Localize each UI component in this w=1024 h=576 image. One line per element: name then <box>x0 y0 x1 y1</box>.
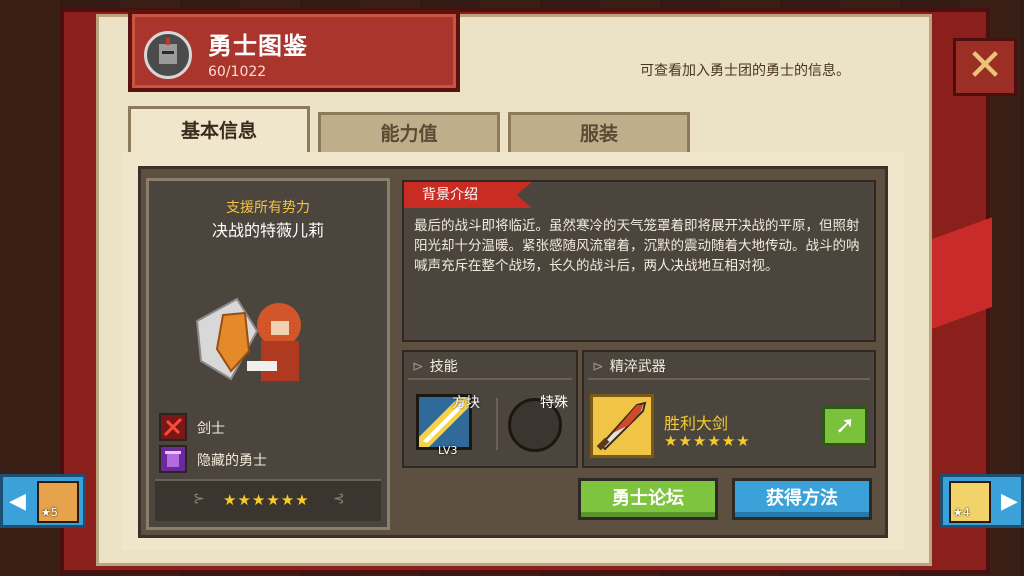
weapon-stars: ★★★★★★ <box>664 432 751 450</box>
prev-hero-button[interactable]: ◀ ★5 <box>0 474 86 528</box>
hero-name: 决战的特薇儿莉 <box>211 221 324 240</box>
hero-sprite <box>195 297 301 381</box>
next-hero-avatar: ★4 <box>949 481 991 523</box>
scroll-icon <box>159 445 187 473</box>
knight-helmet-icon <box>144 31 192 79</box>
collection-count: 60/1022 <box>208 64 267 80</box>
tab-stats[interactable]: 能力值 <box>318 112 500 154</box>
greatsword-icon[interactable] <box>590 394 654 458</box>
hero-faction: 支援所有势力 <box>226 200 310 216</box>
weapon-title: ⊳ 精淬武器 <box>592 359 666 375</box>
weapon-panel: ⊳ 精淬武器 胜利大剑 ★★★★★★ ➚ <box>582 350 876 468</box>
page-title: 勇士图鉴 <box>208 32 308 60</box>
hero-tag-label: 隐藏的勇士 <box>197 453 267 469</box>
title-plaque: 勇士图鉴 60/1022 <box>128 10 460 92</box>
ornament-left-icon: ⊱ <box>193 491 205 507</box>
sword-class-icon <box>159 413 187 441</box>
hero-stars: ★★★★★★ <box>223 491 310 509</box>
arrow-up-right-icon: ➚ <box>834 411 856 439</box>
skill2-name: 特殊 <box>540 395 568 411</box>
tab-basic-info[interactable]: 基本信息 <box>128 106 310 156</box>
close-icon: ✕ <box>966 40 1004 91</box>
arrow-right-icon: ⊳ <box>412 359 424 375</box>
next-hero-button[interactable]: ★4 ▶ <box>940 474 1024 528</box>
hero-card: 支援所有势力 决战的特薇儿莉 剑士 隐藏的勇士 ⊱ ★★★★★★ ⊰ <box>146 178 390 530</box>
weapon-detail-button[interactable]: ➚ <box>822 406 868 446</box>
header-description: 可查看加入勇士团的勇士的信息。 <box>640 63 850 79</box>
arrow-left-icon: ◀ <box>9 489 26 514</box>
prev-hero-stars: ★5 <box>41 506 58 519</box>
skills-panel: ⊳ 技能 方块 LV3 特殊 <box>402 350 578 468</box>
hero-class-label: 剑士 <box>197 421 225 437</box>
ornament-right-icon: ⊰ <box>333 491 345 507</box>
background-title: 背景介绍 <box>404 182 532 208</box>
hero-forum-button[interactable]: 勇士论坛 <box>578 478 718 520</box>
weapon-name: 胜利大剑 <box>664 414 729 433</box>
background-panel[interactable]: 背景介绍 最后的战斗即将临近。虽然寒冷的天气笼罩着即将展开决战的平原，但照射阳光… <box>402 180 876 342</box>
hero-rarity: ⊱ ★★★★★★ ⊰ <box>155 479 381 521</box>
close-button[interactable]: ✕ <box>953 38 1017 96</box>
skill-divider <box>496 398 498 450</box>
prev-hero-avatar: ★5 <box>37 481 79 523</box>
arrow-right-icon: ⊳ <box>592 359 604 375</box>
skill1-name: 方块 <box>452 395 480 411</box>
skill1-level: LV3 <box>438 444 458 457</box>
tab-costume[interactable]: 服装 <box>508 112 690 154</box>
obtain-method-button[interactable]: 获得方法 <box>732 478 872 520</box>
skills-title: ⊳ 技能 <box>412 359 458 375</box>
divider <box>588 378 870 380</box>
arrow-right-icon: ▶ <box>1001 489 1018 514</box>
divider <box>408 378 572 380</box>
next-hero-stars: ★4 <box>953 506 970 519</box>
background-text: 最后的战斗即将临近。虽然寒冷的天气笼罩着即将展开决战的平原，但照射阳光却十分温暖… <box>414 218 860 274</box>
